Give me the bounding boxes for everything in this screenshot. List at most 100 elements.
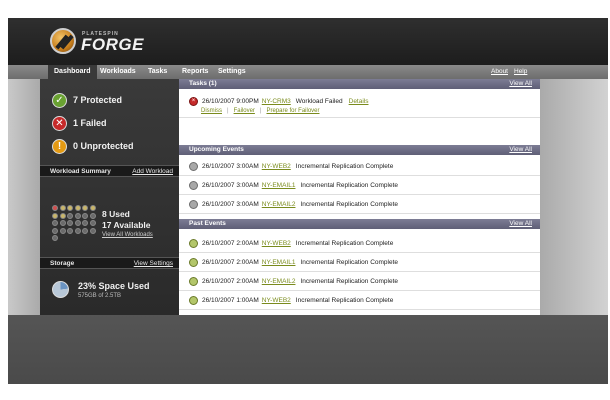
event-circle-icon: [189, 257, 198, 267]
event-date: 26/10/2007 2:00AM: [202, 258, 259, 266]
past-event-row: 26/10/2007 2:00AM NY-EMAIL1 Incremental …: [179, 253, 540, 272]
event-date: 26/10/2007 3:00AM: [202, 200, 259, 208]
workload-dot-icon: [89, 227, 96, 234]
workload-dot-icon: [59, 212, 66, 219]
upcoming-event-row: 26/10/2007 3:00AM NY-EMAIL2 Incremental …: [179, 195, 540, 214]
view-settings-link[interactable]: View Settings: [134, 258, 173, 269]
workload-dot-icon: [59, 205, 66, 211]
event-workload-link[interactable]: NY-EMAIL1: [262, 182, 296, 189]
main-nav: Dashboard Workloads Tasks Reports Settin…: [8, 65, 608, 79]
add-workload-link[interactable]: Add Workload: [132, 166, 173, 177]
failed-status[interactable]: ✕ 1 Failed: [52, 114, 107, 132]
past-event-row: 26/10/2007 2:00AM NY-EMAIL2 Incremental …: [179, 272, 540, 291]
tasks-header: Tasks (1) View All: [179, 79, 540, 89]
workload-dot-icon: [67, 227, 73, 234]
workloads-used: 8 Used: [102, 209, 130, 219]
past-event-row: 26/10/2007 1:00AM NY-WEB2 Incremental Re…: [179, 291, 540, 310]
workload-dot-icon: [74, 220, 81, 226]
left-backdrop: [8, 79, 40, 315]
tab-dashboard[interactable]: Dashboard: [48, 65, 97, 79]
tab-tasks[interactable]: Tasks: [142, 65, 173, 79]
event-message: Incremental Replication Complete: [300, 200, 399, 208]
event-message: Incremental Replication Complete: [295, 162, 394, 170]
failover-link[interactable]: Failover: [234, 108, 255, 114]
protected-count: 7 Protected: [73, 95, 123, 105]
right-backdrop: [540, 79, 608, 315]
workload-dot-icon: [82, 227, 88, 234]
upcoming-view-all-link[interactable]: View All: [509, 145, 532, 155]
about-link[interactable]: About: [491, 65, 508, 79]
past-events-title: Past Events: [189, 220, 226, 227]
workload-dot-icon: [59, 227, 66, 234]
protected-status[interactable]: ✓ 7 Protected: [52, 91, 122, 109]
workload-dot-icon: [67, 205, 73, 211]
event-circle-icon: [189, 180, 198, 190]
tab-settings[interactable]: Settings: [212, 65, 252, 79]
task-details-link[interactable]: Details: [349, 98, 369, 105]
past-view-all-link[interactable]: View All: [509, 219, 532, 229]
help-link[interactable]: Help: [514, 65, 527, 79]
workload-dot-icon: [52, 212, 58, 219]
space-used: 23% Space Used: [78, 281, 150, 291]
view-all-workloads-link[interactable]: View All Workloads: [102, 232, 153, 238]
unprotected-status[interactable]: ! 0 Unprotected: [52, 137, 134, 155]
event-date: 26/10/2007 2:00AM: [202, 277, 259, 285]
event-workload-link[interactable]: NY-EMAIL1: [262, 259, 296, 266]
event-circle-icon: [189, 276, 198, 286]
x-circle-icon: ×: [189, 97, 198, 106]
tab-reports[interactable]: Reports: [176, 65, 214, 79]
workload-dot-icon: [74, 227, 81, 234]
x-circle-icon: ✕: [52, 115, 67, 131]
workload-summary-header: Workload Summary Add Workload: [40, 165, 179, 177]
workload-dot-icon: [52, 235, 58, 241]
task-message: Workload Failed: [295, 98, 343, 105]
unprotected-count: 0 Unprotected: [73, 141, 134, 151]
event-workload-link[interactable]: NY-WEB2: [262, 240, 291, 247]
workload-dot-icon: [52, 220, 58, 226]
workload-dot-icon: [89, 205, 96, 211]
prepare-failover-link[interactable]: Prepare for Failover: [266, 108, 319, 114]
event-date: 26/10/2007 2:00AM: [202, 239, 259, 247]
upcoming-event-row: 26/10/2007 3:00AM NY-WEB2 Incremental Re…: [179, 157, 540, 176]
tab-workloads[interactable]: Workloads: [94, 65, 142, 79]
app-header: PLATESPIN FORGE: [8, 18, 608, 65]
pie-icon: [52, 281, 69, 298]
event-date: 26/10/2007 3:00AM: [202, 181, 259, 189]
workload-dot-icon: [67, 220, 73, 226]
upcoming-event-row: 26/10/2007 3:00AM NY-EMAIL1 Incremental …: [179, 176, 540, 195]
upcoming-events-header: Upcoming Events View All: [179, 145, 540, 155]
event-workload-link[interactable]: NY-EMAIL2: [262, 201, 296, 208]
workload-dot-icon: [59, 220, 66, 226]
workload-dot-icon: [74, 212, 81, 219]
workload-dot-icon: [82, 220, 88, 226]
brand-logo[interactable]: PLATESPIN FORGE: [50, 28, 160, 58]
workload-dot-icon: [89, 212, 96, 219]
check-circle-icon: ✓: [52, 92, 67, 108]
upcoming-events-title: Upcoming Events: [189, 146, 244, 153]
footer-band: [8, 315, 608, 384]
event-message: Incremental Replication Complete: [295, 296, 394, 304]
separator: |: [227, 108, 229, 114]
workload-dot-icon: [82, 205, 88, 211]
workload-dot-icon: [74, 205, 81, 211]
dashboard-sidebar: ✓ 7 Protected ✕ 1 Failed ! 0 Unprotected…: [40, 79, 179, 315]
workloads-available: 17 Available: [102, 220, 151, 230]
event-circle-icon: [189, 199, 198, 209]
event-circle-icon: [189, 238, 198, 248]
event-circle-icon: [189, 161, 198, 171]
event-workload-link[interactable]: NY-WEB2: [262, 297, 291, 304]
event-message: Incremental Replication Complete: [300, 277, 399, 285]
event-workload-link[interactable]: NY-WEB2: [262, 163, 291, 170]
dismiss-link[interactable]: Dismiss: [201, 108, 222, 114]
event-message: Incremental Replication Complete: [300, 181, 399, 189]
task-workload-link[interactable]: NY-CRM3: [262, 98, 291, 105]
past-event-row: 26/10/2007 2:00AM NY-WEB2 Incremental Re…: [179, 234, 540, 253]
space-detail: 575GB of 2.5TB: [78, 293, 122, 299]
event-message: Incremental Replication Complete: [300, 258, 399, 266]
workload-summary-title: Workload Summary: [50, 168, 111, 175]
event-date: 26/10/2007 3:00AM: [202, 162, 259, 170]
tasks-view-all-link[interactable]: View All: [509, 79, 532, 89]
event-workload-link[interactable]: NY-EMAIL2: [262, 278, 296, 285]
forge-logo-icon: [50, 28, 76, 54]
failed-count: 1 Failed: [73, 118, 107, 128]
